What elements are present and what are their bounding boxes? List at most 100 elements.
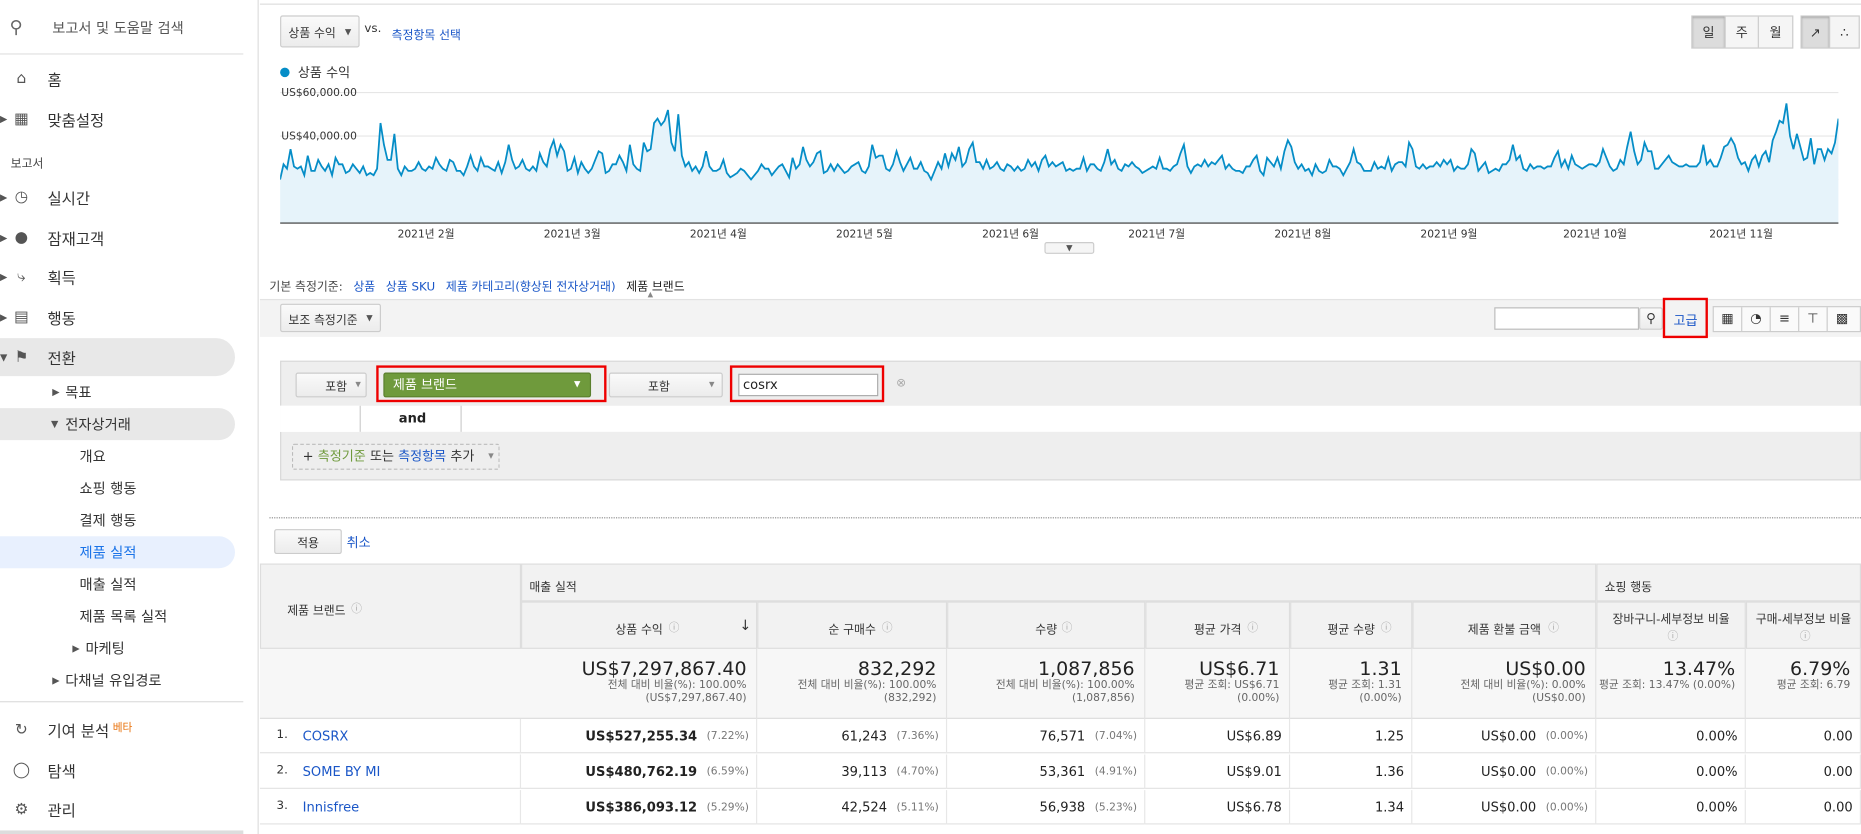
table-cell: US$386,093.12 (5.29%)	[521, 790, 758, 825]
totals-sub: (0.00%)	[1359, 692, 1402, 705]
dimension-category-link[interactable]: 제품 카테고리(향상된 전자상거래)	[446, 276, 616, 294]
totals-sub: 평균 조회: US$6.71	[1184, 679, 1280, 692]
pivot-view-icon[interactable]: ▩	[1828, 307, 1856, 331]
period-day-button[interactable]: 일	[1692, 16, 1726, 48]
sidebar-item-product-performance[interactable]: 제품 실적	[0, 536, 235, 569]
sidebar-item-product-list-performance[interactable]: 제품 목록 실적	[0, 600, 235, 632]
period-month-button[interactable]: 월	[1759, 17, 1792, 48]
sidebar-item-overview[interactable]: 개요	[0, 440, 235, 472]
sidebar-item-marketing[interactable]: ▶ 마케팅	[0, 632, 235, 664]
totals-cell: US$7,297,867.40 전체 대비 비율(%): 100.00% (US$7…	[521, 648, 758, 719]
sidebar-item-attribution[interactable]: ↻ 기여 분석 베타	[0, 712, 243, 748]
table-row[interactable]: 1. COSRX US$527,255.34 (7.22%) 61,243 (7.36%)…	[259, 718, 1861, 754]
sidebar-item-customization[interactable]: ▶ ▦ 맞춤설정	[0, 101, 243, 137]
sidebar-item-explore[interactable]: ◯ 탐색	[0, 752, 243, 788]
help-icon: ⓘ	[351, 603, 363, 616]
totals-sub: (1,087,856)	[1071, 692, 1135, 705]
table-view-icon[interactable]: ▦	[1714, 307, 1743, 331]
sidebar-item-sales-performance[interactable]: 매출 실적	[0, 568, 235, 600]
main-panel: 상품 수익 ▼ vs. 측정항목 선택 일 주 월 ↗ ∴ 상품 수익 US$6…	[259, 0, 1861, 834]
sidebar-item-audience[interactable]: ▶ ● 잠재고객	[0, 219, 243, 255]
cancel-link[interactable]: 취소	[347, 533, 371, 552]
table-search-button[interactable]: ⚲	[1639, 307, 1663, 330]
dimension-brand-active[interactable]: 제품 브랜드 ▲	[626, 276, 684, 299]
metric-select[interactable]: 상품 수익 ▼	[280, 15, 360, 48]
reports-section-label: 보고서	[10, 157, 44, 171]
sidebar-item-realtime[interactable]: ▶ ◷ 실시간	[0, 179, 243, 215]
sidebar-item-admin[interactable]: ⚙ 관리	[0, 791, 243, 827]
apply-button[interactable]: 적용	[274, 529, 342, 555]
column-header[interactable]: 구매-세부정보 비율 ⓘ	[1745, 601, 1861, 649]
sidebar-item-label: 행동	[47, 310, 76, 329]
column-header[interactable]: 장바구니-세부정보 비율 ⓘ	[1596, 601, 1746, 649]
table-row[interactable]: 3. Innisfree US$386,093.12 (5.29%) 42,524 (5.…	[259, 790, 1861, 825]
y-tick-label: US$60,000.00	[281, 86, 357, 99]
add-dimension-or-metric[interactable]: + 측정기준 또는 측정항목 추가 ▼	[291, 443, 500, 470]
table-cell: US$0.00 (0.00%)	[1412, 754, 1597, 789]
cell-value: US$527,255.34	[585, 728, 698, 744]
dimension-product-link[interactable]: 상품	[353, 276, 375, 294]
column-header[interactable]: 제품 환불 금액 ⓘ	[1412, 601, 1597, 649]
line-chart-icon[interactable]: ↗	[1801, 16, 1831, 48]
column-header-label: 장바구니-세부정보 비율	[1612, 613, 1730, 627]
sidebar-item-home[interactable]: ⌂ 홈	[0, 61, 243, 97]
caret-right-icon: ▶	[0, 231, 8, 243]
sidebar-bottom-border	[0, 830, 244, 834]
column-header[interactable]: 수량 ⓘ	[947, 601, 1146, 649]
comparison-view-icon[interactable]: ⊤	[1799, 307, 1828, 331]
help-icon: ⓘ	[1380, 622, 1392, 635]
revenue-line-chart[interactable]: US$60,000.00US$40,000.00US$20,000.002021…	[280, 83, 1839, 249]
brand-link[interactable]: SOME BY MI	[303, 764, 381, 779]
motion-chart-icon[interactable]: ∴	[1830, 17, 1858, 48]
table-cell: 1.36	[1290, 754, 1413, 789]
add-metric-label: 측정항목	[398, 448, 447, 464]
dimension-sku-link[interactable]: 상품 SKU	[386, 276, 435, 294]
sidebar-item-multichannel[interactable]: ▶ 다채널 유입경로	[0, 664, 235, 696]
dropdown-arrow-icon: ▼	[366, 313, 373, 323]
sidebar-item-goals[interactable]: ▶ 목표	[0, 376, 235, 408]
sidebar-item-checkout-behavior[interactable]: 결제 행동	[0, 504, 235, 536]
column-header[interactable]: 평균 수량 ⓘ	[1290, 601, 1413, 649]
y-tick-label: US$40,000.00	[281, 130, 357, 143]
table-cell: 0.00%	[1596, 754, 1746, 789]
highlight-dimension	[376, 365, 607, 403]
sidebar-item-shopping-behavior[interactable]: 쇼핑 행동	[0, 472, 235, 504]
column-header[interactable]: 평균 가격 ⓘ	[1145, 601, 1291, 649]
totals-value: 1,087,856	[1037, 657, 1135, 680]
row-index: 2.	[276, 764, 288, 778]
vs-label: vs.	[364, 22, 382, 36]
column-header[interactable]: 순 구매수 ⓘ	[757, 601, 948, 649]
help-icon: ⓘ	[1061, 622, 1073, 635]
table-search-input[interactable]	[1494, 307, 1640, 330]
and-label: and	[398, 410, 427, 426]
x-tick-label: 2021년 3월	[544, 227, 601, 240]
include-select-2[interactable]: 포함 ▼	[608, 372, 723, 398]
column-header[interactable]: 상품 수익 ⓘ ↓	[521, 601, 758, 649]
sidebar-item-behavior[interactable]: ▶ ▤ 행동	[0, 299, 243, 335]
select-metric-link[interactable]: 측정항목 선택	[392, 25, 461, 43]
sort-desc-icon[interactable]: ↓	[739, 617, 751, 634]
pie-view-icon[interactable]: ◔	[1742, 307, 1771, 331]
chart-collapse-handle[interactable]: ▼	[1044, 242, 1095, 254]
period-week-button[interactable]: 주	[1726, 16, 1759, 48]
cell-value: 53,361	[1039, 764, 1086, 780]
remove-condition-icon[interactable]: ⊗	[896, 377, 906, 390]
secondary-dimension-select[interactable]: 보조 측정기준 ▼	[280, 303, 381, 333]
group-label: 매출 실적	[529, 581, 577, 595]
table-cell: US$480,762.19 (6.59%)	[521, 754, 758, 789]
sidebar-item-acquisition[interactable]: ▶ ⤷ 획득	[0, 259, 243, 295]
totals-value: 832,292	[857, 657, 937, 680]
brand-cell: 3. Innisfree	[260, 790, 522, 825]
brand-link[interactable]: COSRX	[303, 728, 349, 743]
totals-sub: (US$7,297,867.40)	[645, 692, 747, 705]
totals-sub: 전체 대비 비율(%): 100.00%	[995, 679, 1135, 692]
table-row[interactable]: 2. SOME BY MI US$480,762.19 (6.59%) 39,113 (4…	[259, 754, 1861, 789]
performance-view-icon[interactable]: ≡	[1771, 307, 1800, 331]
cell-percent: (7.36%)	[896, 730, 939, 743]
sidebar-item-ecommerce[interactable]: ▼ 전자상거래	[0, 408, 235, 441]
brand-link[interactable]: Innisfree	[303, 800, 360, 815]
header-dimension[interactable]: 제품 브랜드 ⓘ	[259, 563, 522, 649]
include-select-1[interactable]: 포함 ▼	[295, 372, 367, 398]
sidebar-item-conversions[interactable]: ▼ ⚑ 전환	[0, 338, 235, 377]
sidebar-search[interactable]: ⚲ 보고서 및 도움말 검색	[0, 0, 244, 55]
